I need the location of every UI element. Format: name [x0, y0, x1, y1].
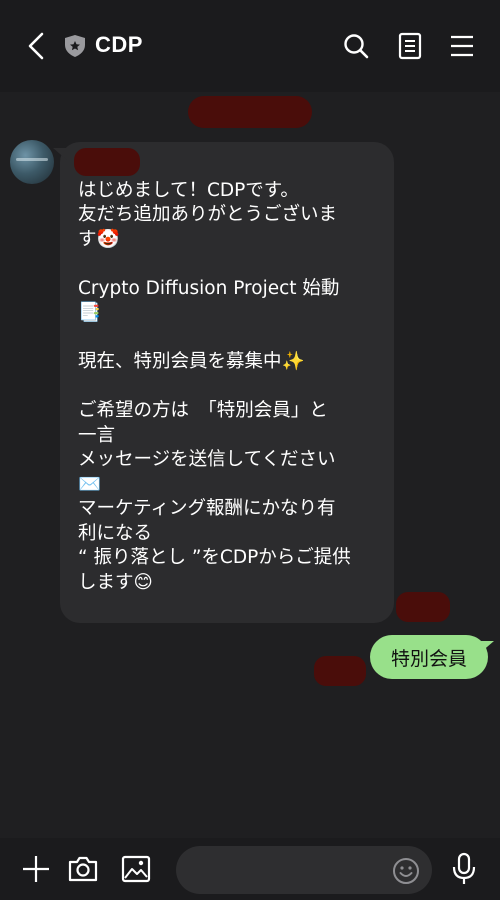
- redacted-timestamp: [396, 592, 450, 622]
- back-arrow-icon[interactable]: [24, 30, 52, 62]
- plus-icon[interactable]: [20, 853, 52, 885]
- sent-message-bubble[interactable]: 特別会員: [370, 635, 494, 679]
- emoji-icon[interactable]: [392, 857, 420, 885]
- redacted-read-status: [314, 656, 366, 686]
- chat-header: CDP: [0, 0, 500, 92]
- camera-icon[interactable]: [67, 853, 99, 885]
- avatar[interactable]: [10, 140, 54, 184]
- received-message-bubble[interactable]: さん はじめまして！CDPです。 友だち追加ありがとうございま す🤡 Crypt…: [53, 142, 394, 623]
- chat-title: CDP: [95, 32, 143, 57]
- shield-icon: [65, 35, 85, 57]
- image-icon[interactable]: [120, 853, 152, 885]
- menu-icon[interactable]: [448, 32, 476, 60]
- sent-message-text: 特別会員: [390, 647, 467, 670]
- received-message-text: さん はじめまして！CDPです。 友だち追加ありがとうございま す🤡 Crypt…: [78, 155, 351, 593]
- redacted-date-label: [188, 96, 312, 128]
- notes-icon[interactable]: [396, 32, 424, 60]
- message-composer: [0, 838, 500, 900]
- search-icon[interactable]: [342, 32, 370, 60]
- microphone-icon[interactable]: [450, 852, 478, 886]
- redacted-name: [74, 148, 140, 176]
